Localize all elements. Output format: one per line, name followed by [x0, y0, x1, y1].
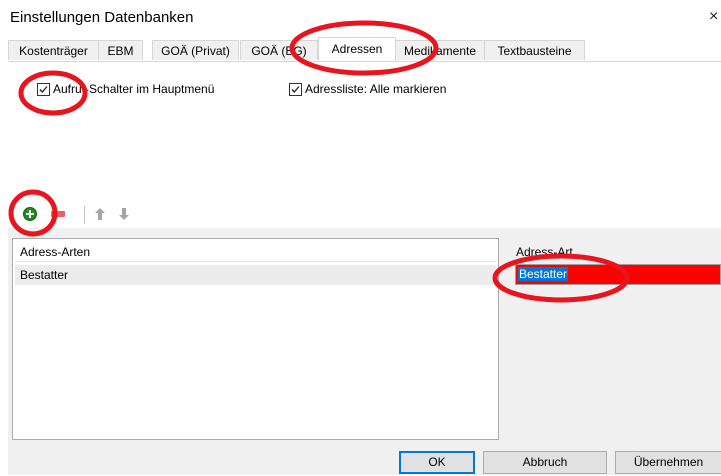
remove-button[interactable] — [50, 206, 66, 222]
tab-goae-bg[interactable]: GOÄ (BG) — [240, 40, 318, 60]
apply-button[interactable]: Übernehmen — [615, 451, 721, 474]
adress-art-input[interactable]: Bestatter — [515, 264, 721, 285]
aufruf-schalter-label: Aufruf-Schalter im Hauptmenü — [53, 82, 215, 96]
arrow-down-icon — [119, 208, 129, 220]
ok-button[interactable]: OK — [399, 451, 475, 474]
adress-art-value: Bestatter — [518, 267, 569, 281]
adressliste-checkbox[interactable] — [289, 82, 302, 96]
tab-textbausteine[interactable]: Textbausteine — [484, 40, 585, 60]
move-up-button[interactable] — [92, 206, 108, 222]
adressliste-label: Adressliste: Alle markieren — [305, 82, 447, 96]
tab-goae-privat[interactable]: GOÄ (Privat) — [152, 40, 239, 60]
add-green-icon — [23, 207, 37, 221]
arrow-up-icon — [95, 208, 105, 220]
checkmark-icon — [291, 85, 300, 93]
aufruf-schalter-option[interactable]: Aufruf-Schalter im Hauptmenü — [37, 82, 214, 96]
tab-adressen[interactable]: Adressen — [318, 37, 396, 61]
close-icon[interactable]: × — [709, 8, 718, 26]
tab-medikamente[interactable]: Medikamente — [395, 40, 485, 60]
adress-art-label: Adress-Art — [516, 245, 573, 259]
aufruf-schalter-checkbox[interactable] — [37, 82, 50, 96]
list-item[interactable]: Bestatter — [15, 265, 496, 285]
checkmark-icon — [39, 85, 48, 93]
add-button[interactable] — [22, 206, 38, 222]
cancel-button[interactable]: Abbruch — [483, 451, 607, 474]
list-header: Adress-Arten — [15, 242, 496, 262]
toolbar-separator — [84, 206, 85, 224]
tab-kostentraeger[interactable]: Kostenträger — [8, 40, 99, 60]
remove-red-icon — [51, 211, 65, 217]
adress-arten-list[interactable]: Adress-Arten Bestatter — [12, 238, 499, 440]
dialog-title: Einstellungen Datenbanken — [10, 9, 194, 26]
adressliste-option[interactable]: Adressliste: Alle markieren — [289, 82, 446, 96]
tab-ebm[interactable]: EBM — [98, 40, 143, 60]
move-down-button[interactable] — [116, 206, 132, 222]
